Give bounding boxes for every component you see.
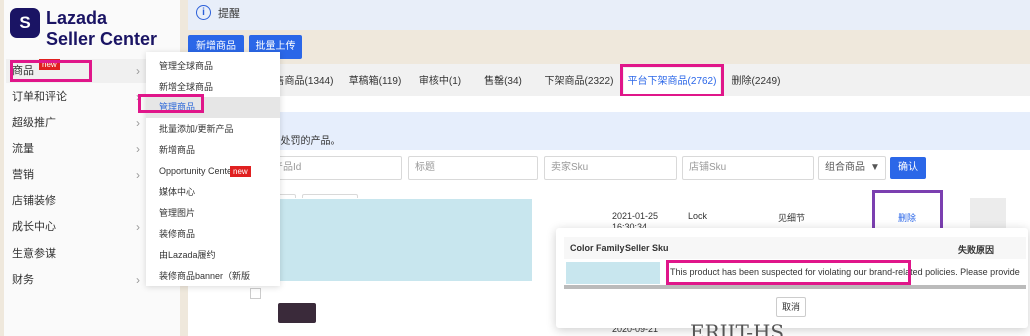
submenu-item-add-product[interactable]: 新增商品 [146,140,280,161]
submenu-item-bulk-add-update[interactable]: 批量添加/更新产品 [146,119,280,140]
chevron-right-icon: › [136,220,140,234]
highlight-box-nav [10,60,92,82]
sidebar-item-growth-center[interactable]: 成长中心 › [6,215,166,239]
sidebar-item-label: 超级推广 [12,117,56,129]
tab-deleted[interactable]: 删除(2249) [728,68,784,96]
shop-sku-input[interactable]: 店铺Sku [682,156,814,180]
product-thumbnail [278,303,316,323]
redacted-product-image [274,199,532,281]
sidebar-item-finance[interactable]: 财务 › [6,268,166,292]
lazada-logo-icon: S [10,8,40,38]
submenu-item-manage-images[interactable]: 管理图片 [146,203,280,224]
dropdown-arrow-icon: ▼ [870,162,880,173]
chevron-right-icon: › [136,116,140,130]
chevron-right-icon: › [136,142,140,156]
submenu-item-media-center[interactable]: 媒体中心 [146,182,280,203]
row-reason-link[interactable]: 见细节 [778,211,805,224]
col-failure-reason: 失败原因 [958,245,995,255]
info-icon: i [196,5,211,20]
chevron-right-icon: › [136,273,140,287]
tab-pending-review[interactable]: 审核中(1) [412,68,468,96]
highlight-box-message [666,260,911,285]
sidebar-item-business-advisor[interactable]: 生意参谋 [6,242,166,266]
sidebar-item-label: 订单和评论 [12,91,67,103]
sidebar-item-label: 生意参谋 [12,248,56,260]
color-swatch [566,262,660,284]
overlay-text: ERIIT-HS [690,320,785,336]
sidebar-item-super-promotion[interactable]: 超级推广 › [6,111,166,135]
sidebar-item-marketing[interactable]: 营销 › [6,163,166,187]
row-status: Lock [688,211,708,221]
submenu-item-decorate-products[interactable]: 装修商品 [146,224,280,245]
sidebar-item-store-decoration[interactable]: 店铺装修 [6,189,166,213]
chevron-right-icon: › [136,64,140,78]
seller-sku-input[interactable]: 卖家Sku [544,156,677,180]
sidebar-item-label: 流量 [12,143,34,155]
sidebar-item-traffic[interactable]: 流量 › [6,137,166,161]
highlight-box-submenu [138,94,204,113]
tab-delisted[interactable]: 下架商品(2322) [540,68,618,96]
sidebar-item-label: 营销 [12,169,34,181]
logo-text-seller-center: Seller Center [46,29,158,49]
sidebar-item-label: 成长中心 [12,221,56,233]
sidebar-item-label: 财务 [12,274,34,286]
horizontal-scrollbar[interactable] [564,285,1026,289]
confirm-button[interactable]: 确认 [890,157,926,179]
submenu-item-opportunity-center[interactable]: Opportunity Center [146,161,280,182]
sidebar-item-label: 店铺装修 [12,195,56,207]
new-badge: new [230,166,251,177]
submenu-item-fulfilled-by-lazada[interactable]: 由Lazada履约 [146,245,280,266]
notice-bar [188,0,1030,30]
title-input[interactable]: 标题 [408,156,538,180]
notice-title: 提醒 [218,8,240,20]
col-seller-sku: Seller Sku [625,243,669,253]
chevron-right-icon: › [136,168,140,182]
tab-drafts[interactable]: 草稿箱(119) [344,68,406,96]
cancel-button[interactable]: 取消 [776,297,806,317]
submenu-item-manage-global-products[interactable]: 管理全球商品 [146,56,280,77]
submenu-item-decorate-banner[interactable]: 装修商品banner（新版 [146,266,280,287]
row-date: 2021-01-25 [612,211,659,221]
logo-text-lazada: Lazada [46,8,108,28]
row-checkbox[interactable] [250,288,261,299]
product-id-input[interactable]: 产品Id [266,156,402,180]
col-color-family: Color Family [570,243,625,253]
tab-sold-out[interactable]: 售罄(34) [478,68,528,96]
highlight-box-tab [620,64,724,97]
